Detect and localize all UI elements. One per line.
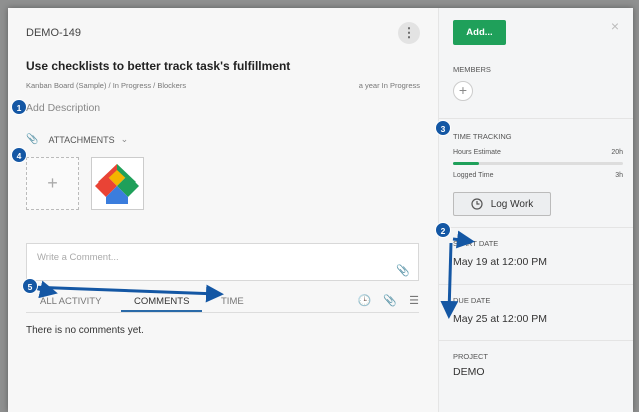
divider (439, 118, 633, 119)
divider (439, 284, 633, 285)
divider (439, 340, 633, 341)
arrow-to-due-date (440, 242, 459, 319)
callout-3: 3 (435, 120, 451, 136)
attachments-label: ATTACHMENTS (48, 134, 115, 145)
hours-estimate-row: Hours Estimate 20h (453, 149, 623, 156)
callout-4: 4 (11, 147, 27, 163)
tab-time[interactable]: TIME (221, 296, 244, 307)
log-work-button[interactable]: Log Work (453, 192, 551, 216)
paperclip-filter-icon[interactable]: 📎 (383, 294, 397, 307)
add-member-button[interactable]: + (453, 81, 473, 101)
due-date-label: DUE DATE (453, 296, 491, 305)
hours-estimate-label: Hours Estimate (453, 149, 501, 156)
more-options-icon[interactable]: ⋮ (398, 22, 420, 44)
time-progress-bar (453, 162, 623, 165)
task-main-panel: DEMO-149 ⋮ Use checklists to better trac… (8, 8, 438, 412)
task-key[interactable]: DEMO-149 (26, 27, 81, 39)
add-description-field[interactable]: Add Description (26, 102, 100, 114)
attach-file-icon[interactable]: 📎 (396, 264, 410, 277)
logged-time-row: Logged Time 3h (453, 172, 623, 179)
task-sidebar: Add... × MEMBERS + TIME TRACKING Hours E… (435, 8, 633, 412)
clock-icon[interactable]: 🕒 (358, 294, 372, 307)
time-progress-fill (453, 162, 479, 165)
task-modal: DEMO-149 ⋮ Use checklists to better trac… (8, 8, 633, 412)
add-button[interactable]: Add... (453, 20, 506, 45)
activity-tabs: ALL ACTIVITY COMMENTS TIME 🕒 📎 ☰ (26, 295, 419, 313)
start-date-value[interactable]: May 19 at 12:00 PM (453, 256, 547, 268)
callout-2: 2 (435, 222, 451, 238)
time-tracking-label: TIME TRACKING (453, 132, 512, 141)
chevron-down-icon: ⌄ (120, 134, 129, 144)
paperclip-icon: 📎 (26, 134, 39, 145)
due-date-value[interactable]: May 25 at 12:00 PM (453, 313, 547, 325)
status-meta: a year In Progress (358, 81, 420, 90)
comment-placeholder: Write a Comment... (37, 252, 119, 263)
annotation-arrows-sidebar (440, 230, 475, 319)
add-attachment-button[interactable]: + (26, 157, 79, 210)
callout-5: 5 (22, 278, 38, 294)
tab-comments[interactable]: COMMENTS (121, 296, 203, 312)
divider (439, 227, 633, 228)
logo-image (95, 164, 139, 204)
start-date-label: START DATE (453, 239, 499, 248)
log-work-label: Log Work (490, 198, 534, 210)
close-icon[interactable]: × (611, 18, 619, 34)
logged-time-label: Logged Time (453, 172, 494, 179)
project-label: PROJECT (453, 352, 489, 361)
tab-icon-group: 🕒 📎 ☰ (358, 294, 419, 307)
arrow-to-time-tab (29, 284, 224, 303)
members-label: MEMBERS (453, 65, 491, 74)
breadcrumb[interactable]: Kanban Board (Sample) / In Progress / Bl… (26, 81, 186, 90)
tab-all-activity[interactable]: ALL ACTIVITY (40, 296, 101, 307)
clock-icon (471, 198, 483, 210)
task-title[interactable]: Use checklists to better track task's fu… (26, 59, 290, 73)
empty-comments-text: There is no comments yet. (26, 325, 144, 336)
list-icon[interactable]: ☰ (409, 294, 419, 307)
comment-input[interactable]: Write a Comment... 📎 (26, 243, 419, 281)
hours-estimate-value: 20h (611, 149, 623, 156)
attachments-toggle[interactable]: 📎 ATTACHMENTS ⌄ (26, 134, 128, 145)
logged-time-value: 3h (615, 172, 623, 179)
attachment-thumbnail[interactable] (91, 157, 144, 210)
project-value[interactable]: DEMO (453, 366, 485, 378)
callout-1: 1 (11, 99, 27, 115)
